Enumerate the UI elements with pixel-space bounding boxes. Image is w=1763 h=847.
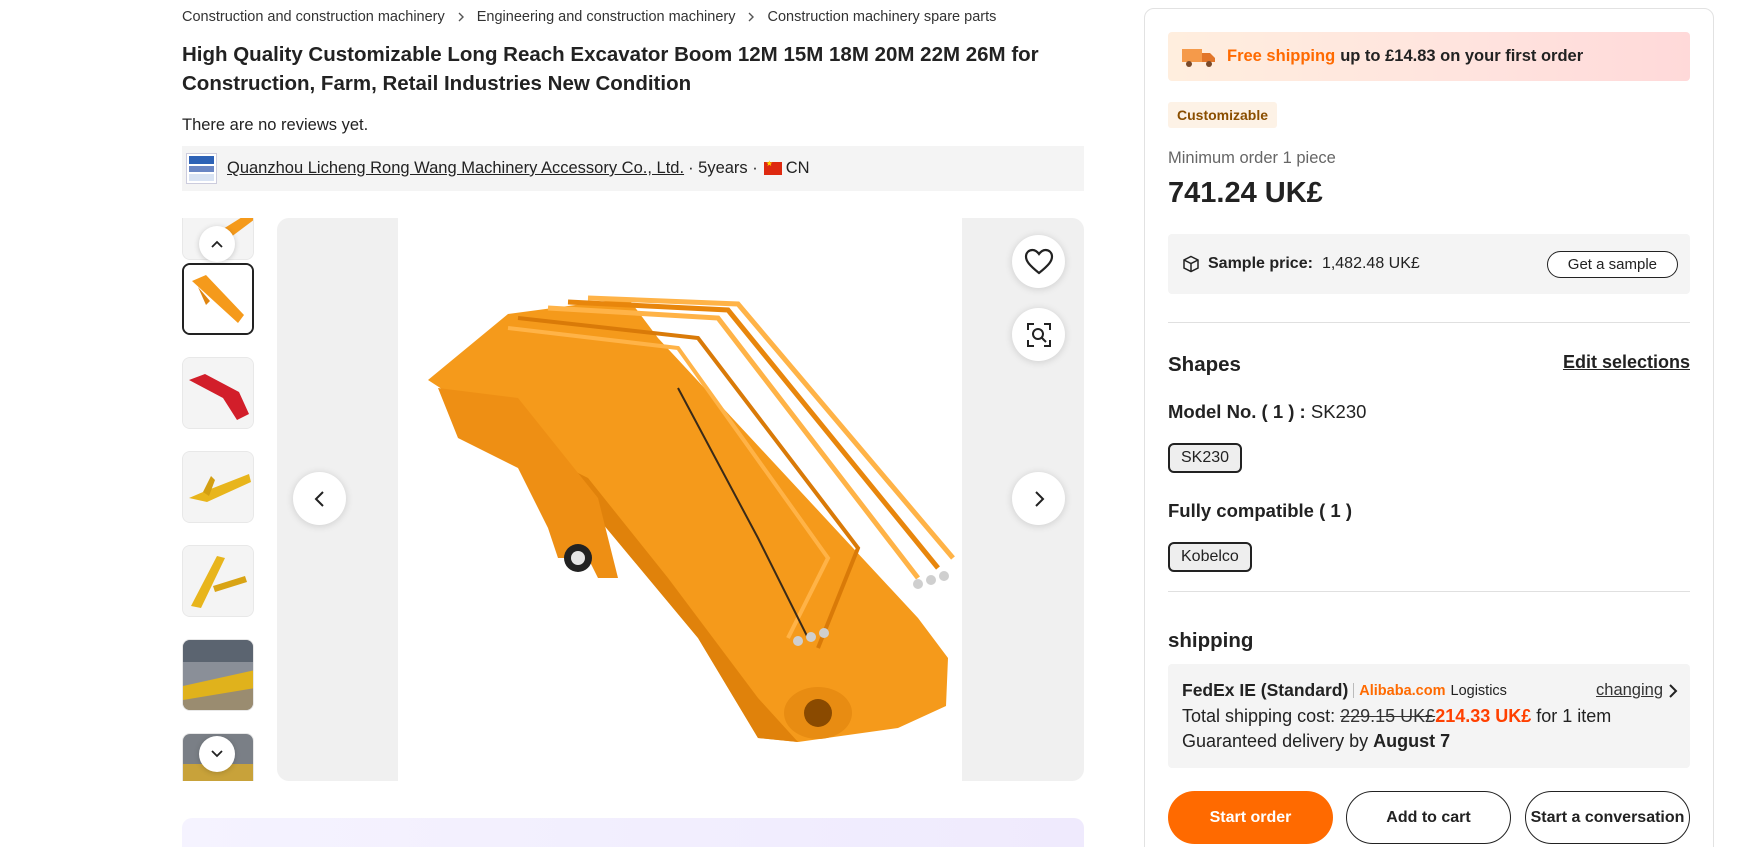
thumbnails-up-button[interactable] — [199, 226, 235, 262]
supplier-name-link[interactable]: Quanzhou Licheng Rong Wang Machinery Acc… — [227, 159, 684, 178]
promo-text: up to £14.83 on your first order — [1340, 47, 1584, 65]
favorite-button[interactable] — [1012, 235, 1065, 288]
thumbnail-active[interactable] — [182, 263, 254, 335]
sample-price-value: 1,482.48 UK£ — [1321, 255, 1420, 272]
main-product-image — [277, 218, 1084, 781]
thumbnail[interactable] — [182, 639, 254, 711]
delivery-label: Guaranteed delivery by — [1182, 731, 1369, 751]
start-conversation-button[interactable]: Start a conversation — [1525, 791, 1690, 844]
purchase-panel: Free shipping up to £14.83 on your first… — [1144, 8, 1714, 847]
truck-icon — [1182, 48, 1215, 67]
shipping-new-cost: 214.33 UK£ — [1435, 706, 1532, 726]
get-sample-button[interactable]: Get a sample — [1546, 251, 1678, 278]
sample-price-label: Sample price: — [1208, 255, 1313, 272]
chevron-right-icon — [745, 11, 757, 23]
shapes-heading: Shapes — [1168, 353, 1241, 376]
thumbnail[interactable] — [182, 451, 254, 523]
breadcrumb-item[interactable]: Construction and construction machinery — [182, 9, 445, 25]
box-icon — [1183, 255, 1199, 273]
alibaba-logo: Alibaba.com — [1359, 682, 1446, 699]
shipping-cost-line: Total shipping cost: 229.15 UK£214.33 UK… — [1182, 706, 1611, 727]
minimum-order: Minimum order 1 piece — [1168, 149, 1336, 167]
breadcrumb-item[interactable]: Engineering and construction machinery — [477, 9, 736, 25]
shipping-box: FedEx IE (Standard) Alibaba.com Logistic… — [1168, 664, 1690, 768]
breadcrumb: Construction and construction machinery … — [182, 9, 996, 25]
compatible-option-chip[interactable]: Kobelco — [1168, 542, 1252, 572]
product-title: High Quality Customizable Long Reach Exc… — [182, 43, 1039, 95]
divider — [1168, 591, 1690, 592]
separator — [1353, 683, 1355, 698]
breadcrumb-item[interactable]: Construction machinery spare parts — [767, 9, 996, 25]
excavator-boom-photo — [398, 218, 962, 781]
carrier-name: FedEx IE (Standard) — [1182, 680, 1349, 700]
delivery-date: August 7 — [1373, 731, 1451, 751]
shipping-heading: shipping — [1168, 629, 1254, 652]
model-label: Model No. ( 1 ) : — [1168, 401, 1306, 422]
chevron-right-icon — [1034, 490, 1044, 507]
thumbnail[interactable] — [182, 545, 254, 617]
unit-price: 741.24 UK£ — [1168, 177, 1323, 209]
delivery-line: Guaranteed delivery by August 7 — [1182, 731, 1450, 752]
compatible-heading: Fully compatible ( 1 ) — [1168, 500, 1352, 521]
model-option-chip[interactable]: SK230 — [1168, 443, 1243, 473]
image-search-icon — [1026, 322, 1051, 347]
reviews-text: There are no reviews yet. — [182, 116, 369, 134]
supplier-country: CN — [785, 159, 810, 177]
thumbnail[interactable] — [182, 357, 254, 429]
supplier-years: · 5years · — [688, 159, 758, 177]
model-number-line: Model No. ( 1 ) : SK230 — [1168, 401, 1366, 423]
supplier-bar: Quanzhou Licheng Rong Wang Machinery Acc… — [182, 146, 1084, 191]
thumbnail-strip — [182, 218, 254, 781]
change-shipping-link[interactable]: changing — [1596, 681, 1663, 700]
previous-image-button[interactable] — [293, 472, 346, 525]
below-gallery-card — [182, 818, 1084, 847]
logistics-label: Logistics — [1450, 682, 1507, 699]
customizable-badge: Customizable — [1168, 102, 1278, 128]
thumbnails-down-button[interactable] — [199, 736, 235, 772]
china-flag-icon — [763, 159, 782, 175]
edit-selections-link[interactable]: Edit selections — [1563, 352, 1690, 373]
start-order-button[interactable]: Start order — [1168, 791, 1333, 844]
promo-highlight: Free shipping — [1227, 47, 1336, 65]
chevron-right-icon[interactable] — [1666, 683, 1680, 699]
chevron-right-icon — [455, 11, 467, 23]
shipping-cost-label: Total shipping cost: — [1182, 706, 1336, 726]
divider — [1168, 322, 1690, 323]
chevron-left-icon — [314, 490, 324, 507]
shipping-old-cost: 229.15 UK£ — [1340, 706, 1436, 726]
shipping-cost-suffix: for 1 item — [1536, 706, 1612, 726]
carrier-line: FedEx IE (Standard) Alibaba.com Logistic… — [1182, 680, 1507, 701]
chevron-up-icon — [211, 240, 223, 248]
next-image-button[interactable] — [1012, 472, 1065, 525]
supplier-logo — [186, 153, 217, 184]
image-search-button[interactable] — [1012, 308, 1065, 361]
model-value: SK230 — [1310, 401, 1367, 422]
free-shipping-banner: Free shipping up to £14.83 on your first… — [1168, 32, 1690, 81]
chevron-down-icon — [211, 750, 223, 758]
heart-icon — [1024, 248, 1053, 274]
sample-price-box: Sample price: 1,482.48 UK£ Get a sample — [1168, 234, 1690, 294]
add-to-cart-button[interactable]: Add to cart — [1346, 791, 1511, 844]
